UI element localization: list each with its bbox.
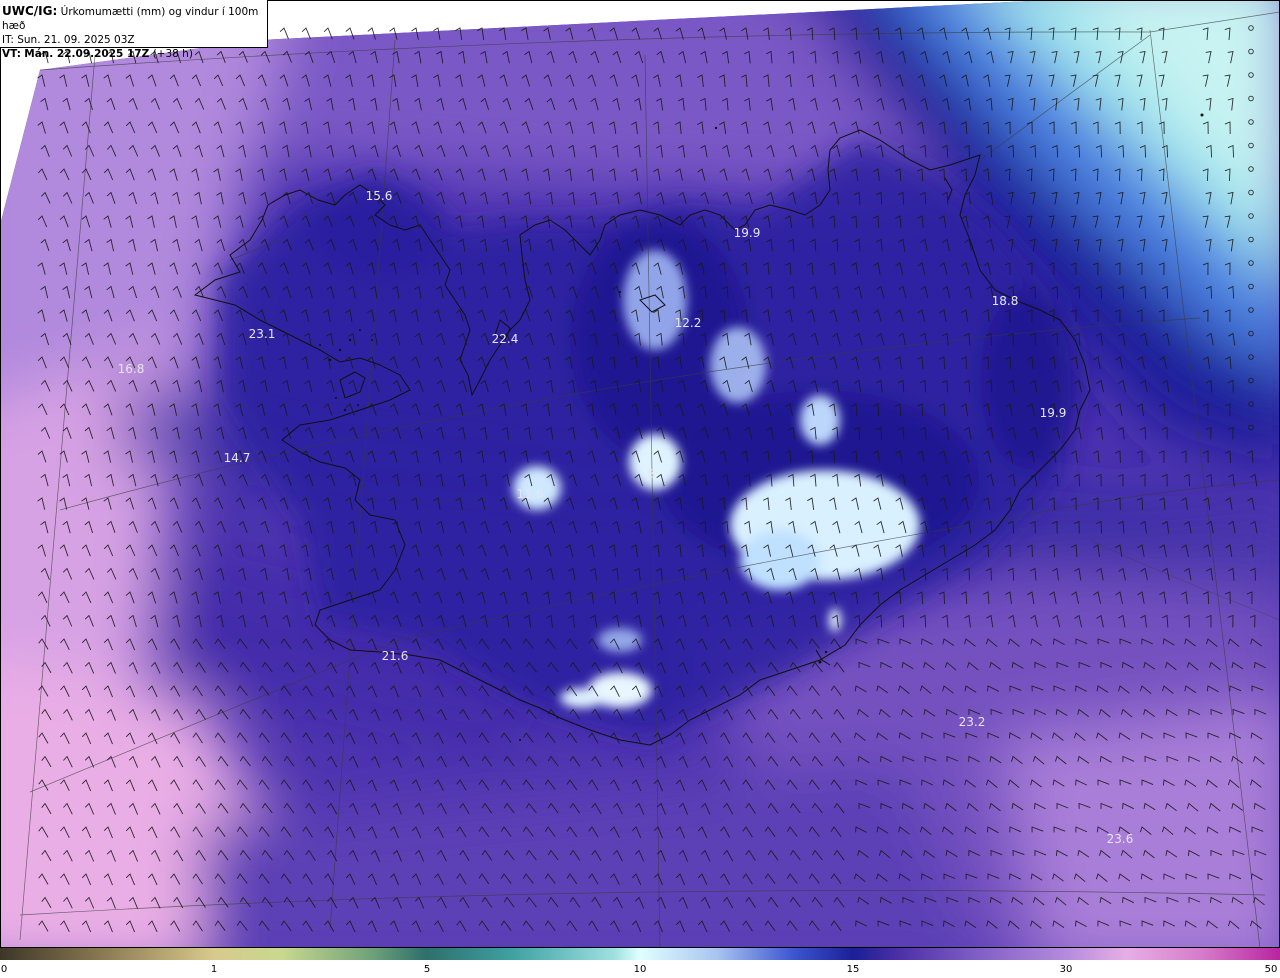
map-label: 8 bbox=[647, 467, 655, 481]
issue-time: IT: Sun. 21. 09. 2025 03Z bbox=[2, 34, 135, 46]
map-label: 15.6 bbox=[366, 189, 393, 203]
colorbar: 0 1 5 10 15 30 50 bbox=[0, 948, 1280, 978]
model-name: UWC/IG: bbox=[2, 4, 58, 18]
map-label: 19.9 bbox=[734, 226, 761, 240]
colorbar-tick: 15 bbox=[846, 964, 860, 975]
map-label: 19.9 bbox=[1040, 406, 1067, 420]
map-canvas: 15.6 19.9 12.2 18.8 22.4 23.1 16.8 19.9 … bbox=[0, 0, 1280, 948]
valid-prefix: VT: bbox=[2, 48, 21, 60]
map-label: 14.7 bbox=[224, 451, 251, 465]
colorbar-tick: 5 bbox=[423, 964, 431, 975]
map-label: 11.6 bbox=[517, 487, 544, 501]
colorbar-tick: 0 bbox=[0, 964, 8, 975]
map-label: 23.1 bbox=[249, 327, 276, 341]
map-label: 23.6 bbox=[1107, 832, 1134, 846]
colorbar-strip bbox=[0, 948, 1280, 960]
map-info-box: UWC/IG: Úrkomumætti (mm) og vindur í 100… bbox=[0, 0, 268, 60]
map-label: 21.6 bbox=[382, 649, 409, 663]
colorbar-tick: 10 bbox=[633, 964, 647, 975]
map-label: 23.2 bbox=[959, 715, 986, 729]
colorbar-tick: 1 bbox=[210, 964, 218, 975]
forecast-map: 15.6 19.9 12.2 18.8 22.4 23.1 16.8 19.9 … bbox=[0, 0, 1280, 978]
map-label: 18.8 bbox=[992, 294, 1019, 308]
colorbar-tick: 30 bbox=[1059, 964, 1073, 975]
map-label: 16.8 bbox=[118, 362, 145, 376]
colorbar-tick: 50 bbox=[1264, 964, 1278, 975]
map-label: 22.4 bbox=[492, 332, 519, 346]
lead-time: (+38 h) bbox=[152, 48, 193, 60]
map-label: 12.2 bbox=[675, 316, 702, 330]
valid-time: Mán. 22.09.2025 17Z bbox=[24, 48, 150, 60]
